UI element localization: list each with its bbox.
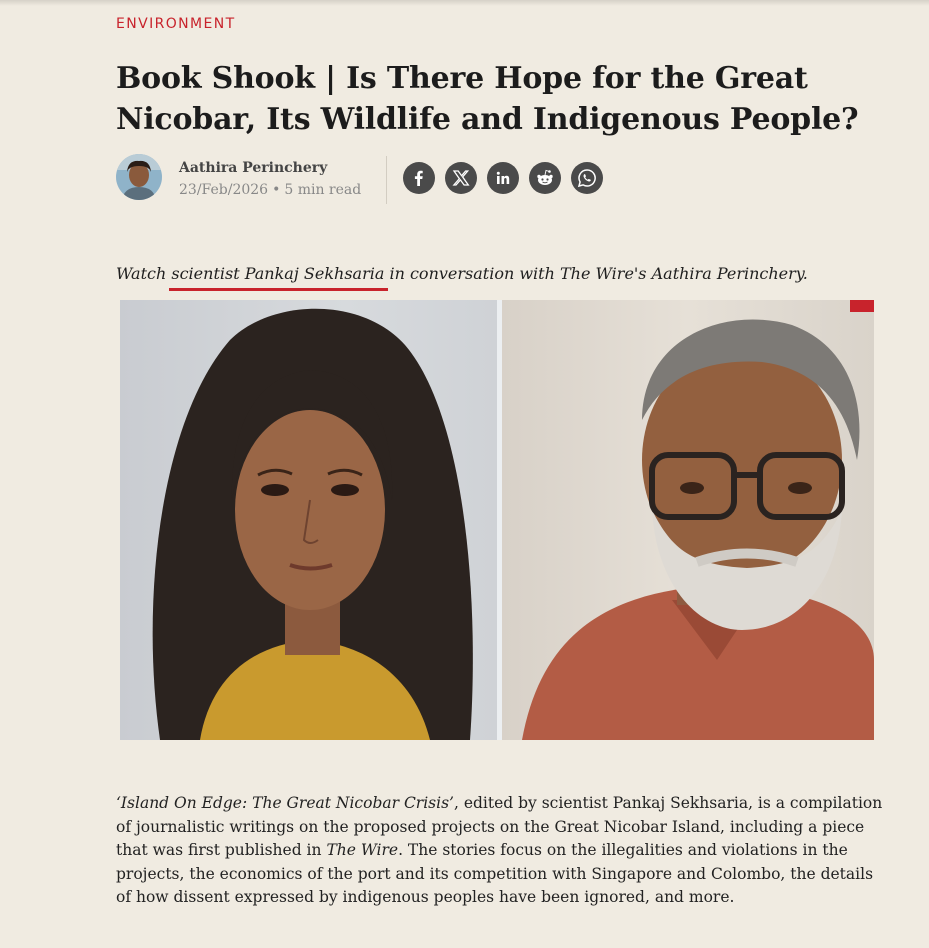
whatsapp-icon	[577, 169, 596, 188]
standfirst-after: in conversation with The Wire's Aathira …	[384, 264, 808, 283]
linkedin-icon	[496, 171, 510, 184]
author-name[interactable]: Aathira Perinchery	[179, 160, 327, 176]
byline-meta: 23/Feb/2026 • 5 min read	[179, 182, 361, 198]
share-bar	[403, 162, 603, 194]
x-icon	[452, 170, 470, 186]
video-player[interactable]	[120, 300, 874, 740]
reddit-share-button[interactable]	[529, 162, 561, 194]
standfirst-link[interactable]: scientist Pankaj Sekhsaria	[171, 264, 384, 283]
standfirst-before: Watch	[116, 264, 172, 283]
meta-separator: •	[272, 182, 281, 198]
article-headline: Book Shook | Is There Hope for the Great…	[116, 61, 859, 137]
byline-divider	[386, 156, 387, 204]
video-channel-badge	[850, 300, 874, 312]
top-shadow	[0, 0, 929, 6]
facebook-icon	[414, 170, 423, 186]
reddit-icon	[537, 169, 553, 185]
video-right-panel	[502, 300, 874, 740]
linkedin-share-button[interactable]	[487, 162, 519, 194]
publication-name: The Wire	[326, 841, 399, 860]
facebook-share-button[interactable]	[403, 162, 435, 194]
author-avatar[interactable]	[116, 154, 162, 200]
book-title: ‘Island On Edge: The Great Nicobar Crisi…	[116, 794, 454, 812]
whatsapp-share-button[interactable]	[571, 162, 603, 194]
publish-date: 23/Feb/2026	[179, 182, 269, 198]
video-left-panel	[120, 300, 497, 740]
standfirst: Watch scientist Pankaj Sekhsaria in conv…	[116, 264, 808, 283]
article-body-paragraph: ‘Island On Edge: The Great Nicobar Crisi…	[116, 792, 886, 910]
x-share-button[interactable]	[445, 162, 477, 194]
read-time: 5 min read	[284, 182, 362, 198]
category-label[interactable]: ENVIRONMENT	[116, 16, 236, 32]
